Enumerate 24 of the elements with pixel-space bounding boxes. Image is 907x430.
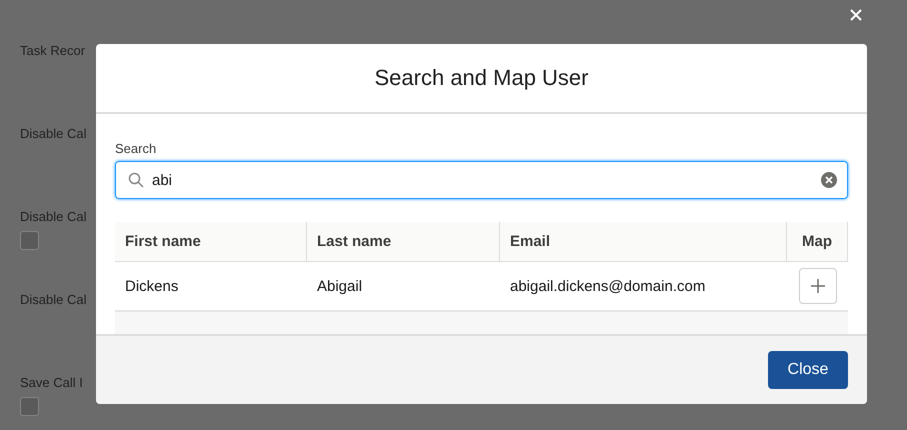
table-cell-text: Dickens [124, 276, 180, 296]
field-label: Save Call I [20, 375, 83, 391]
table-cell-text: Abigail [316, 276, 364, 296]
search-icon [128, 172, 144, 188]
clear-icon[interactable] [821, 172, 837, 188]
field-label: Disable Cal [20, 292, 86, 308]
field-label: Task Recor [20, 43, 86, 59]
search-label: Search [115, 141, 156, 156]
column-header: Email [500, 222, 787, 261]
search-field[interactable]: abi [115, 161, 848, 199]
close-icon[interactable] [850, 9, 862, 21]
add-button[interactable] [798, 268, 836, 304]
column-header: Last name [307, 222, 500, 261]
checkbox[interactable] [20, 397, 39, 416]
search-text: abi [152, 172, 172, 188]
column-header: Map [787, 222, 848, 261]
checkbox[interactable] [20, 231, 39, 250]
field-label: Disable Cal [20, 209, 86, 225]
column-header: First name [115, 222, 307, 261]
modal-title: Search and Map User [374, 65, 588, 91]
close-button[interactable]: Close [768, 351, 848, 389]
table-cell-text: abigail.dickens@domain.com [509, 276, 706, 296]
plus-icon [810, 279, 824, 293]
field-label: Disable Cal [20, 126, 86, 142]
